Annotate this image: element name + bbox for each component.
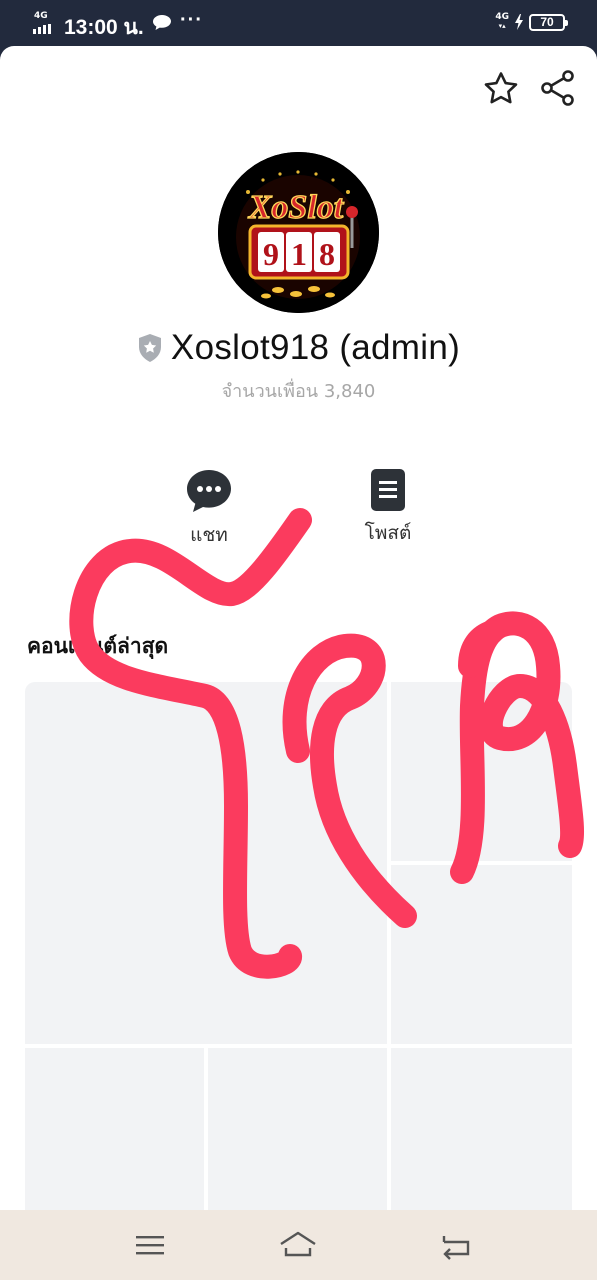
network-type-label: 4G (34, 11, 48, 21)
content-tile[interactable] (391, 865, 572, 1044)
more-notifications-indicator: ··· (180, 9, 203, 31)
share-icon[interactable] (538, 68, 578, 108)
chat-notification-icon (153, 15, 171, 30)
svg-text:1: 1 (291, 236, 307, 272)
star-outline-icon[interactable] (482, 70, 520, 108)
network-type-right: 4G ▾▴ (495, 12, 509, 31)
post-button[interactable]: โพสต์ (343, 468, 433, 548)
profile-name-row: Xoslot918 (admin) (0, 328, 597, 368)
menu-icon[interactable] (130, 1228, 170, 1262)
status-bar: 4G 13:00 น. ··· 4G ▾▴ 70 (0, 0, 597, 46)
content-grid (25, 682, 572, 1210)
svg-text:8: 8 (319, 236, 335, 272)
chat-label: แชท (190, 524, 228, 546)
clock-time: 13:00 น. (64, 16, 144, 39)
back-icon[interactable] (436, 1228, 476, 1262)
profile-name: Xoslot918 (admin) (170, 328, 461, 367)
status-right-group: 4G ▾▴ 70 (495, 12, 568, 31)
content-tile[interactable] (391, 1048, 572, 1210)
profile-avatar[interactable]: 9 1 8 XoSlot (218, 152, 379, 313)
svg-text:9: 9 (263, 236, 279, 272)
latest-content-title: คอนเทนต์ล่าสุด (27, 634, 169, 658)
home-icon[interactable] (278, 1228, 318, 1262)
cellular-signal-icon: 4G (33, 11, 57, 34)
content-tile[interactable] (25, 1048, 204, 1210)
post-label: โพสต์ (364, 522, 412, 544)
svg-text:XoSlot: XoSlot (248, 189, 345, 226)
post-document-icon (371, 469, 405, 511)
friends-count: จำนวนเพื่อน 3,840 (221, 381, 376, 402)
content-tile[interactable] (208, 1048, 387, 1210)
chat-bubble-icon (187, 470, 231, 512)
system-navigation-bar (0, 1210, 597, 1280)
shield-badge-icon (138, 334, 161, 362)
content-tile[interactable] (391, 682, 572, 861)
network-type-right-label: 4G (495, 12, 509, 22)
profile-page: 9 1 8 XoSlot Xoslot918 (admin) จำนวนเพื่… (0, 46, 597, 1210)
chat-button[interactable]: แชท (164, 468, 254, 550)
xoslot-logo: 9 1 8 XoSlot (218, 152, 379, 313)
battery-icon: 70 (529, 13, 568, 31)
content-tile[interactable] (25, 682, 387, 1044)
battery-level: 70 (540, 15, 554, 29)
charging-bolt-icon (515, 14, 523, 30)
